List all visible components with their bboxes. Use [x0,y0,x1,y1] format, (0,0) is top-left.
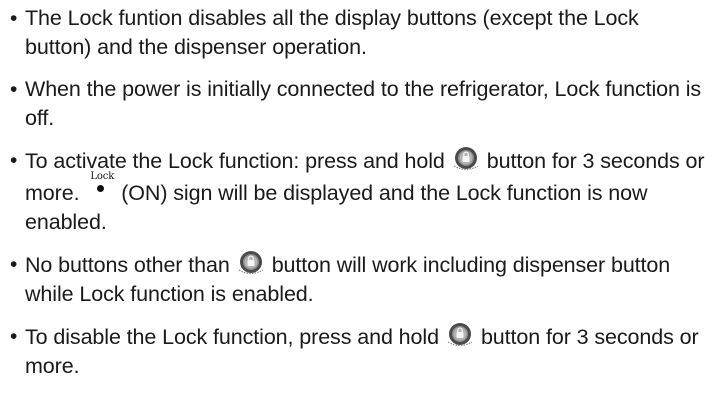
bullet-dot: • [10,7,18,30]
list-item: • To activate the Lock function: press a… [8,146,710,237]
lock-button-icon [443,322,477,348]
bullet-dot: • [10,253,18,276]
list-item: • No buttons other than button will work … [8,250,710,309]
list-item: • To disable the Lock function, press an… [8,322,710,381]
instruction-page: • The Lock funtion disables all the disp… [0,0,716,399]
lock-button-icon [234,250,268,276]
item-text-part1: No buttons other than [25,253,230,277]
bullet-dot: • [10,149,18,172]
lock-sign-dot [97,185,105,192]
item-text: When the power is initially connected to… [25,77,702,130]
lock-on-indicator-icon: Lock [89,172,114,198]
item-text: The Lock funtion disables all the displa… [25,6,639,59]
item-text-part3: (ON) sign will be displayed and the Lock… [25,181,648,234]
list-item: • When the power is initially connected … [8,75,710,133]
item-text-part1: To disable the Lock function, press and … [25,325,439,349]
bullet-dot: • [10,78,18,101]
bullet-dot: • [10,325,18,348]
list-item: • The Lock funtion disables all the disp… [8,4,710,62]
lock-button-icon [449,146,483,172]
lock-sign-label: Lock [90,171,115,182]
lock-instructions-list: • The Lock funtion disables all the disp… [8,4,710,381]
item-text-part1: To activate the Lock function: press and… [25,149,445,173]
